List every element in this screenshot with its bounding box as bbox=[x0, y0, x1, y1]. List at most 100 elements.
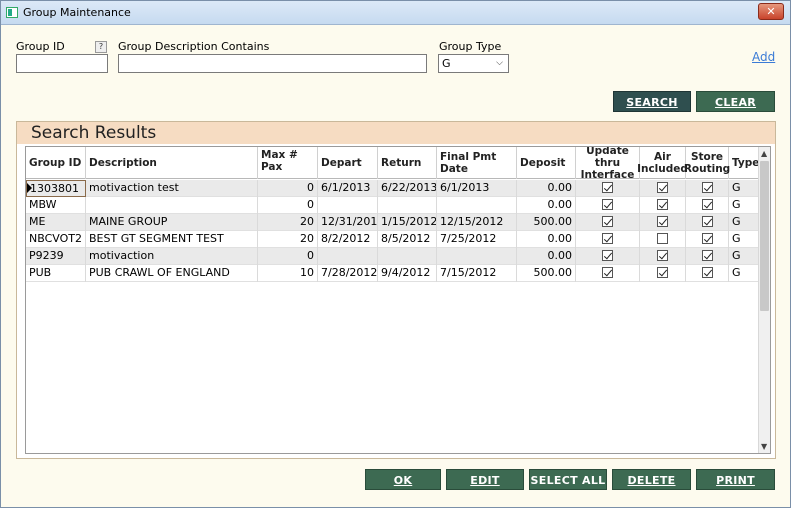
cell-air-included[interactable] bbox=[640, 180, 686, 197]
cell-description: PUB CRAWL OF ENGLAND bbox=[86, 265, 258, 282]
col-depart[interactable]: Depart bbox=[318, 147, 378, 179]
checkbox-update-thru[interactable] bbox=[602, 232, 613, 244]
cell-group-id: MBW bbox=[26, 197, 86, 214]
cell-update-thru[interactable] bbox=[576, 265, 640, 282]
cell-store-routing[interactable] bbox=[686, 197, 729, 214]
checkbox-store-routing[interactable] bbox=[701, 198, 713, 210]
cell-description: motivaction bbox=[86, 248, 258, 265]
cell-update-thru[interactable] bbox=[576, 197, 640, 214]
cell-final-pmt: 12/15/2012 bbox=[437, 214, 517, 231]
checkbox-update-thru[interactable] bbox=[602, 215, 613, 227]
cell-depart bbox=[318, 248, 378, 265]
edit-button[interactable]: EDIT bbox=[446, 469, 524, 490]
cell-air-included[interactable] bbox=[640, 265, 686, 282]
checkbox-air-included[interactable] bbox=[657, 249, 668, 261]
checkbox-store-routing[interactable] bbox=[701, 232, 713, 244]
col-store-routing[interactable]: Store Routing bbox=[684, 147, 730, 179]
table-row[interactable]: NBCVOT2 BEST GT SEGMENT TEST 20 8/2/2012 8/5… bbox=[26, 231, 760, 248]
col-return[interactable]: Return bbox=[378, 147, 437, 179]
table-row[interactable]: P9239 motivaction 0 0.00 G bbox=[26, 248, 760, 265]
results-header: Search Results bbox=[17, 122, 775, 144]
ok-button[interactable]: OK bbox=[365, 469, 441, 490]
cell-depart bbox=[318, 197, 378, 214]
checkbox-air-included[interactable] bbox=[657, 232, 668, 244]
cell-depart: 12/31/2012 bbox=[318, 214, 378, 231]
cell-final-pmt: 6/1/2013 bbox=[437, 180, 517, 197]
group-type-select[interactable]: G ⌵ bbox=[438, 54, 509, 73]
cell-store-routing[interactable] bbox=[686, 248, 729, 265]
cell-update-thru[interactable] bbox=[576, 231, 640, 248]
cell-max-pax: 0 bbox=[258, 197, 318, 214]
group-id-label: Group ID bbox=[16, 40, 65, 53]
cell-max-pax: 20 bbox=[258, 231, 318, 248]
app-icon bbox=[6, 7, 18, 18]
checkbox-update-thru[interactable] bbox=[602, 181, 613, 193]
cell-update-thru[interactable] bbox=[576, 180, 640, 197]
col-air-included[interactable]: Air Included bbox=[637, 147, 688, 179]
cell-air-included[interactable] bbox=[640, 214, 686, 231]
checkbox-air-included[interactable] bbox=[657, 266, 668, 278]
vertical-scrollbar[interactable]: ▲ ▼ bbox=[758, 147, 770, 453]
cell-group-id: P9239 bbox=[26, 248, 86, 265]
cell-description: motivaction test bbox=[86, 180, 258, 197]
col-description[interactable]: Description bbox=[86, 147, 258, 179]
close-button[interactable]: ✕ bbox=[758, 3, 784, 20]
checkbox-store-routing[interactable] bbox=[701, 215, 713, 227]
cell-update-thru[interactable] bbox=[576, 248, 640, 265]
checkbox-store-routing[interactable] bbox=[701, 266, 713, 278]
cell-air-included[interactable] bbox=[640, 231, 686, 248]
checkbox-update-thru[interactable] bbox=[602, 198, 613, 210]
table-row[interactable]: PUB PUB CRAWL OF ENGLAND 10 7/28/2012 9/4/20… bbox=[26, 265, 760, 282]
description-input[interactable] bbox=[118, 54, 427, 73]
add-link[interactable]: Add bbox=[752, 50, 775, 64]
search-button[interactable]: SEARCH bbox=[613, 91, 691, 112]
table-row[interactable]: 1303801 motivaction test 0 6/1/2013 6/22/201… bbox=[26, 180, 760, 197]
col-type[interactable]: Type bbox=[729, 147, 760, 179]
cell-store-routing[interactable] bbox=[686, 265, 729, 282]
cell-group-id: NBCVOT2 bbox=[26, 231, 86, 248]
checkbox-update-thru[interactable] bbox=[602, 266, 613, 278]
search-results-panel: Search Results Group ID Description Max … bbox=[16, 121, 776, 459]
cell-deposit: 500.00 bbox=[517, 265, 576, 282]
cell-group-id: 1303801 bbox=[26, 180, 86, 197]
cell-air-included[interactable] bbox=[640, 197, 686, 214]
scroll-down-icon[interactable]: ▼ bbox=[761, 442, 767, 451]
table-row[interactable]: MBW 0 0.00 G bbox=[26, 197, 760, 214]
checkbox-update-thru[interactable] bbox=[602, 249, 613, 261]
delete-button[interactable]: DELETE bbox=[612, 469, 691, 490]
cell-type: G bbox=[729, 265, 760, 282]
print-button[interactable]: PRINT bbox=[696, 469, 775, 490]
col-final-pmt-date[interactable]: Final Pmt Date bbox=[437, 147, 517, 179]
cell-max-pax: 20 bbox=[258, 214, 318, 231]
checkbox-air-included[interactable] bbox=[657, 215, 668, 227]
cell-deposit: 0.00 bbox=[517, 180, 576, 197]
select-all-button[interactable]: SELECT ALL bbox=[529, 469, 607, 490]
group-maintenance-window: Group Maintenance ✕ Group ID ? Group Des… bbox=[0, 0, 791, 508]
checkbox-store-routing[interactable] bbox=[701, 249, 713, 261]
checkbox-air-included[interactable] bbox=[657, 198, 668, 210]
col-max-pax[interactable]: Max # Pax bbox=[258, 147, 318, 179]
cell-store-routing[interactable] bbox=[686, 180, 729, 197]
cell-return: 1/15/2012 bbox=[378, 214, 437, 231]
checkbox-air-included[interactable] bbox=[657, 181, 668, 193]
checkbox-store-routing[interactable] bbox=[701, 181, 713, 193]
scroll-up-icon[interactable]: ▲ bbox=[761, 149, 767, 158]
scroll-thumb[interactable] bbox=[760, 161, 769, 311]
cell-air-included[interactable] bbox=[640, 248, 686, 265]
cell-return: 9/4/2012 bbox=[378, 265, 437, 282]
cell-final-pmt: 7/25/2012 bbox=[437, 231, 517, 248]
cell-store-routing[interactable] bbox=[686, 231, 729, 248]
col-deposit[interactable]: Deposit bbox=[517, 147, 576, 179]
group-id-input[interactable] bbox=[16, 54, 108, 73]
clear-button-label: CLEAR bbox=[714, 96, 757, 109]
cell-store-routing[interactable] bbox=[686, 214, 729, 231]
col-update-thru-interface[interactable]: Update thru Interface bbox=[576, 147, 640, 181]
cell-update-thru[interactable] bbox=[576, 214, 640, 231]
cell-description bbox=[86, 197, 258, 214]
col-group-id[interactable]: Group ID bbox=[26, 147, 86, 179]
help-icon[interactable]: ? bbox=[95, 41, 107, 53]
clear-button[interactable]: CLEAR bbox=[696, 91, 775, 112]
table-row[interactable]: MEMAINE GROUP2012/31/20121/15/201212/15/… bbox=[26, 214, 760, 231]
cell-return bbox=[378, 248, 437, 265]
cell-final-pmt bbox=[437, 248, 517, 265]
